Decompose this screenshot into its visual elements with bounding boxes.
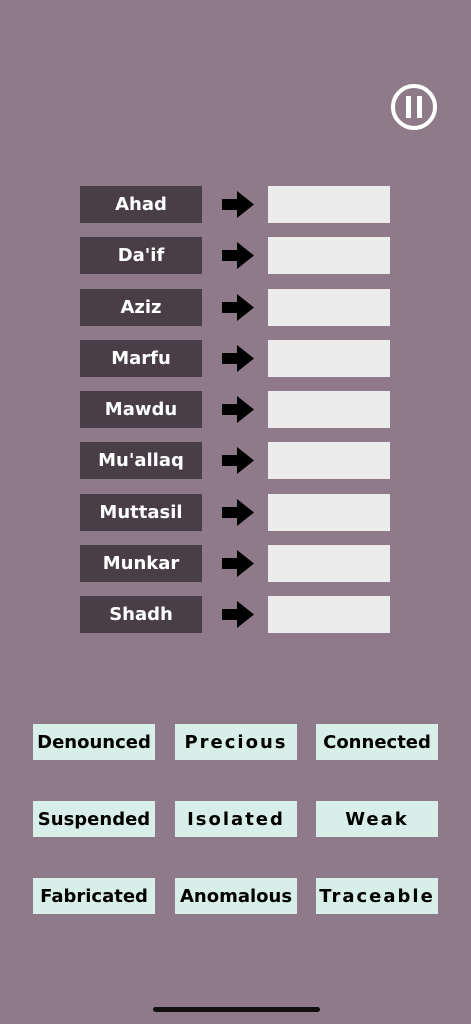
pair-row: Shadh [80, 596, 392, 634]
arrow-right-icon [222, 447, 254, 475]
pair-row: Mawdu [80, 391, 392, 429]
answer-slot[interactable] [268, 237, 390, 275]
choice-tile-traceable[interactable]: Traceable [316, 878, 438, 914]
pair-row: Munkar [80, 545, 392, 583]
pause-button[interactable] [390, 83, 438, 131]
choice-tile-weak[interactable]: Weak [316, 801, 438, 837]
pair-row: Aziz [80, 288, 392, 326]
term-box: Marfu [80, 339, 202, 377]
arrow-right-icon [222, 242, 254, 270]
pair-row: Da'if [80, 237, 392, 275]
choice-tile-anomalous[interactable]: Anomalous [175, 878, 297, 914]
choice-tile-isolated[interactable]: Isolated [175, 801, 297, 837]
pair-row: Mu'allaq [80, 442, 392, 480]
term-box: Ahad [80, 186, 202, 223]
term-box: Munkar [80, 545, 202, 583]
answer-slot[interactable] [268, 186, 390, 223]
arrow-right-icon [222, 293, 254, 321]
pair-row: Marfu [80, 339, 392, 377]
term-box: Muttasil [80, 493, 202, 531]
home-indicator[interactable] [153, 1007, 320, 1012]
arrow-right-icon [222, 550, 254, 578]
term-box: Mu'allaq [80, 442, 202, 480]
arrow-right-icon [222, 191, 254, 218]
answer-slot[interactable] [268, 442, 390, 480]
matching-pairs: Ahad Da'if Aziz Marfu Mawdu Mu'allaq Mut… [80, 186, 392, 648]
choice-tile-fabricated[interactable]: Fabricated [33, 878, 155, 914]
arrow-right-icon [222, 498, 254, 526]
choice-tile-connected[interactable]: Connected [316, 724, 438, 760]
pair-row: Muttasil [80, 493, 392, 531]
pair-row: Ahad [80, 186, 392, 223]
answer-slot[interactable] [268, 493, 390, 531]
choice-tile-precious[interactable]: Precious [175, 724, 297, 760]
term-box: Aziz [80, 288, 202, 326]
answer-slot[interactable] [268, 391, 390, 429]
choice-tile-denounced[interactable]: Denounced [33, 724, 155, 760]
term-box: Da'if [80, 237, 202, 275]
arrow-right-icon [222, 396, 254, 424]
term-box: Mawdu [80, 391, 202, 429]
pause-icon [391, 84, 437, 130]
choice-tile-suspended[interactable]: Suspended [33, 801, 155, 837]
answer-slot[interactable] [268, 596, 390, 634]
answer-slot[interactable] [268, 339, 390, 377]
arrow-right-icon [222, 344, 254, 372]
answer-slot[interactable] [268, 288, 390, 326]
term-box: Shadh [80, 596, 202, 634]
arrow-right-icon [222, 601, 254, 629]
answer-slot[interactable] [268, 545, 390, 583]
